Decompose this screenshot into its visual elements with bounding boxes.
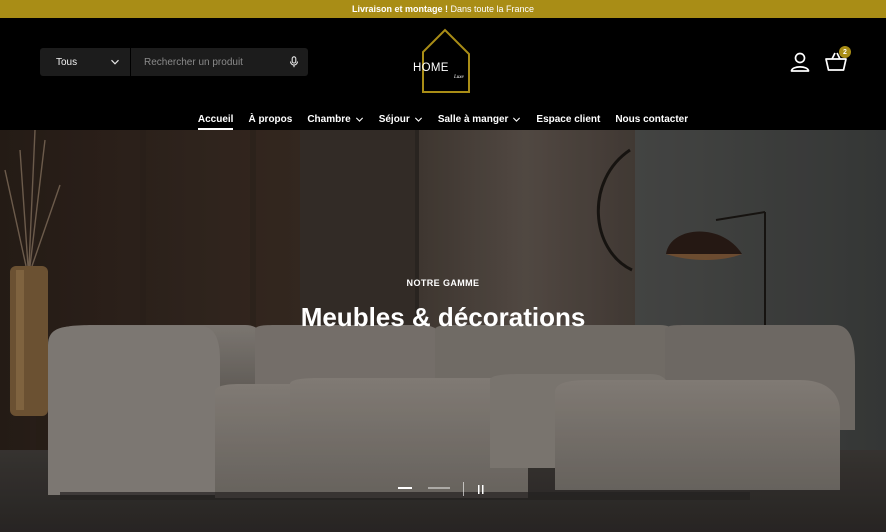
nav-item-salle-a-manger[interactable]: Salle à manger (438, 108, 522, 130)
main-nav: Accueil À propos Chambre Séjour Salle à … (0, 108, 886, 130)
logo-text: HOME (413, 62, 449, 74)
slideshow-controls (396, 482, 496, 501)
nav-item-accueil[interactable]: Accueil (197, 108, 234, 130)
controls-divider (463, 482, 464, 496)
slide-indicator-2[interactable] (428, 487, 450, 489)
nav-item-label: Espace client (536, 113, 601, 125)
chevron-down-icon (111, 59, 119, 65)
nav-item-label: Chambre (307, 113, 351, 125)
nav-item-label: Séjour (378, 113, 410, 125)
nav-item-chambre[interactable]: Chambre (307, 108, 363, 130)
category-select-value: Tous (56, 56, 78, 68)
house-logo-icon (422, 28, 470, 93)
announcement-bar: Livraison et montage ! Dans toute la Fra… (0, 0, 886, 18)
chevron-down-icon (414, 117, 422, 122)
nav-item-a-propos[interactable]: À propos (248, 108, 292, 130)
nav-item-label: Salle à manger (437, 113, 509, 125)
nav-item-label: À propos (248, 113, 293, 125)
nav-item-label: Nous contacter (615, 113, 689, 125)
logo-subtext: Luxe (454, 75, 464, 80)
hero-banner: NOTRE GAMME Meubles & décorations (0, 130, 886, 532)
nav-item-espace-client[interactable]: Espace client (536, 108, 600, 130)
user-icon[interactable] (789, 51, 811, 73)
chevron-down-icon (513, 117, 521, 122)
search-bar: Tous (40, 48, 308, 76)
hero-title: Meubles & décorations (300, 302, 586, 332)
microphone-icon (289, 56, 299, 68)
nav-item-sejour[interactable]: Séjour (379, 108, 423, 130)
chevron-down-icon (355, 117, 363, 122)
nav-item-label: Accueil (197, 113, 234, 125)
voice-search-button[interactable] (280, 48, 308, 76)
slide-indicator-1[interactable] (398, 487, 412, 489)
search-input[interactable] (131, 48, 280, 76)
nav-item-nous-contacter[interactable]: Nous contacter (615, 108, 688, 130)
announcement-text: Dans toute la France (450, 4, 535, 14)
category-select[interactable]: Tous (40, 48, 131, 76)
hero-eyebrow: NOTRE GAMME (406, 278, 480, 288)
pause-icon[interactable] (476, 485, 486, 494)
announcement-bold: Livraison et montage ! (351, 4, 448, 14)
site-header: Tous HOME Luxe 2 Accueil (0, 18, 886, 130)
logo[interactable]: HOME Luxe (411, 28, 475, 94)
cart-count-badge: 2 (839, 46, 851, 58)
